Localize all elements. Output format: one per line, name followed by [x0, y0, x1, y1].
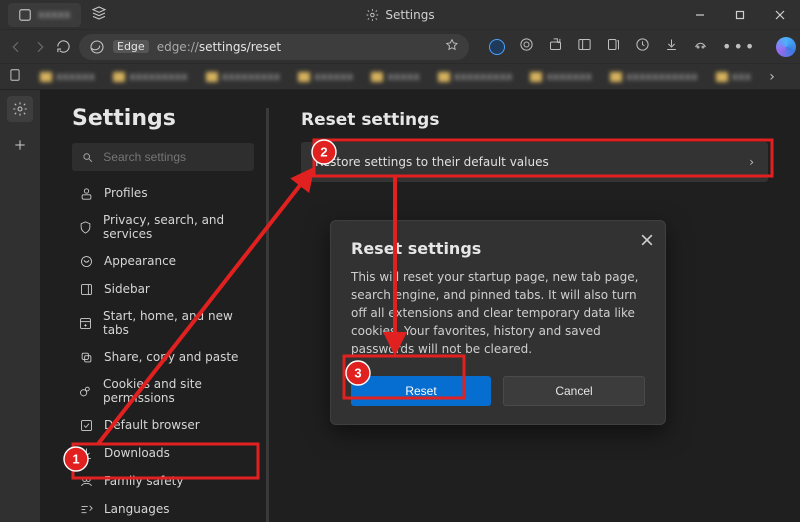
window-controls	[680, 0, 800, 30]
sidebar-item-label: Profiles	[104, 186, 148, 200]
dialog-cancel-button[interactable]: Cancel	[503, 376, 645, 406]
more-menu-icon[interactable]: •••	[722, 37, 756, 56]
search-settings-input[interactable]	[103, 150, 244, 164]
bookmarks-bar: xxxxxx xxxxxxxxx xxxxxxxxx xxxxxx xxxxx …	[0, 64, 800, 90]
sidebar-item-label: Start, home, and new tabs	[103, 309, 248, 337]
window-title-text: Settings	[385, 8, 434, 22]
history-icon[interactable]	[635, 37, 650, 56]
sidebar-item-sidebar[interactable]: Sidebar	[68, 275, 258, 303]
sidebar-item-default-browser[interactable]: Default browser	[68, 411, 258, 439]
sidebar-item-label: Languages	[104, 502, 169, 516]
dialog-body-text: This will reset your startup page, new t…	[351, 268, 645, 358]
sidebar-item-icon	[78, 501, 94, 517]
extensions-icon[interactable]	[519, 37, 534, 56]
dialog-title: Reset settings	[351, 239, 645, 258]
collections-icon[interactable]	[606, 37, 621, 56]
url-scheme: edge://	[157, 40, 199, 54]
toolbar-row: Edge edge://settings/reset •••	[0, 30, 800, 64]
settings-sidebar: Settings Profiles Privacy, search, and se…	[40, 90, 266, 522]
sidebar-item-icon	[78, 473, 94, 489]
settings-divider	[266, 108, 269, 522]
downloads-icon[interactable]	[664, 37, 679, 56]
refresh-button[interactable]	[56, 35, 71, 59]
favorites-hub-icon[interactable]	[577, 37, 592, 56]
address-browser-label: Edge	[113, 40, 149, 53]
content-heading: Reset settings	[301, 110, 768, 130]
sidebar-item-label: Cookies and site permissions	[103, 377, 248, 405]
extension-round-icon[interactable]	[489, 39, 505, 55]
sidebar-item-icon	[78, 185, 94, 201]
sidebar-item-share-copy-and-paste[interactable]: Share, copy and paste	[68, 343, 258, 371]
titlebar: xxxxx Settings	[0, 0, 800, 30]
edge-browser-icon	[89, 39, 105, 55]
reset-settings-dialog: Reset settings This will reset your star…	[330, 220, 666, 425]
window-title: Settings	[365, 8, 434, 22]
sidebar-item-start-home-and-new-tabs[interactable]: Start, home, and new tabs	[68, 303, 258, 343]
extension-icons: •••	[489, 37, 796, 57]
sidebar-item-icon	[78, 417, 94, 433]
back-button[interactable]	[8, 35, 24, 59]
bookmark-folder[interactable]: xxxxxx	[40, 70, 95, 83]
bookmark-folder[interactable]: xxxxxxxxx	[113, 70, 188, 83]
restore-default-row[interactable]: Restore settings to their default values…	[301, 142, 768, 182]
sidebar-item-family-safety[interactable]: Family safety	[68, 467, 258, 495]
sidebar-item-profiles[interactable]: Profiles	[68, 179, 258, 207]
sidebar-item-downloads[interactable]: Downloads	[68, 439, 258, 467]
sidebar-item-appearance[interactable]: Appearance	[68, 247, 258, 275]
bookmark-folder[interactable]: xxxxxxx	[530, 70, 592, 83]
sidebar-item-label: Appearance	[104, 254, 176, 268]
tab-site-icon	[18, 8, 32, 22]
sidebar-item-cookies-and-site-permissions[interactable]: Cookies and site permissions	[68, 371, 258, 411]
address-bar[interactable]: Edge edge://settings/reset	[79, 34, 469, 60]
sidebar-item-label: Privacy, search, and services	[103, 213, 248, 241]
sidebar-item-privacy-search-and-services[interactable]: Privacy, search, and services	[68, 207, 258, 247]
workspaces-icon[interactable]	[91, 5, 107, 25]
settings-heading: Settings	[72, 106, 258, 131]
extensions-puzzle-icon[interactable]	[548, 37, 563, 56]
restore-default-label: Restore settings to their default values	[315, 155, 549, 169]
tools-icon[interactable]	[693, 37, 708, 56]
sidebar-item-icon	[78, 445, 94, 461]
sidebar-item-label: Downloads	[104, 446, 170, 460]
sidebar-item-icon	[78, 349, 94, 365]
minimize-button[interactable]	[680, 0, 720, 30]
maximize-button[interactable]	[720, 0, 760, 30]
bookmark-folder[interactable]: xxxxxxxxx	[438, 70, 513, 83]
tab-chip[interactable]: xxxxx	[8, 3, 81, 27]
bookmarks-overflow-chevron[interactable]: ›	[769, 69, 775, 85]
close-button[interactable]	[760, 0, 800, 30]
bookmarks-page-icon[interactable]	[8, 67, 22, 86]
gear-icon	[365, 8, 379, 22]
sidebar-item-icon	[78, 253, 94, 269]
sidebar-item-icon	[78, 383, 93, 399]
vertical-settings-button[interactable]	[7, 96, 33, 122]
search-settings-field[interactable]	[72, 143, 254, 171]
sidebar-item-label: Share, copy and paste	[104, 350, 238, 364]
forward-button[interactable]	[32, 35, 48, 59]
sidebar-item-icon	[78, 281, 94, 297]
bookmark-folder[interactable]: xxxxx	[371, 70, 420, 83]
bookmark-folder[interactable]: xxxxxx	[298, 70, 353, 83]
vertical-tab-bar	[0, 90, 40, 522]
dialog-close-button[interactable]	[641, 231, 653, 250]
sidebar-item-label: Sidebar	[104, 282, 150, 296]
sidebar-item-label: Family safety	[104, 474, 183, 488]
sidebar-item-label: Default browser	[104, 418, 200, 432]
sidebar-item-languages[interactable]: Languages	[68, 495, 258, 522]
tab-title-blurred: xxxxx	[38, 8, 71, 21]
chevron-right-icon: ›	[749, 155, 754, 169]
favorite-star-icon[interactable]	[445, 38, 459, 55]
bookmark-folder[interactable]: xxxxxxxxxxx	[610, 70, 698, 83]
sidebar-item-icon	[78, 219, 93, 235]
bookmark-folder[interactable]: xxx	[716, 70, 752, 83]
bookmark-folder[interactable]: xxxxxxxxx	[206, 70, 281, 83]
search-icon	[82, 151, 93, 164]
sidebar-item-icon	[78, 315, 93, 331]
vertical-add-button[interactable]	[7, 132, 33, 158]
dialog-reset-button[interactable]: Reset	[351, 376, 491, 406]
copilot-icon[interactable]	[776, 37, 796, 57]
url-path: settings/reset	[199, 40, 281, 54]
